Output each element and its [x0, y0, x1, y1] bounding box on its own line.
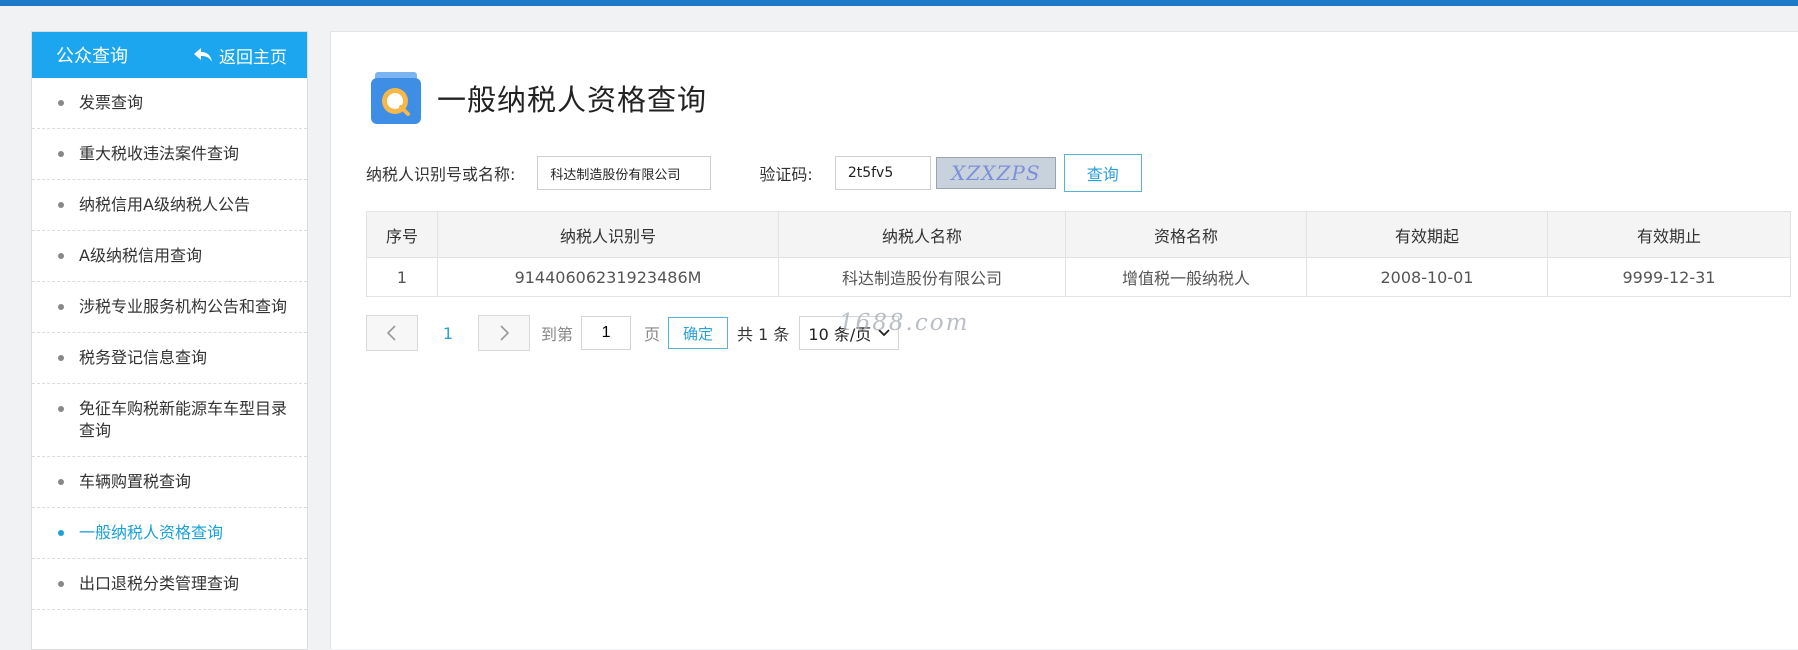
bullet-icon	[58, 581, 64, 587]
back-home-label: 返回主页	[219, 47, 287, 68]
bullet-icon	[58, 202, 64, 208]
page-title: 一般纳税人资格查询	[437, 83, 708, 117]
sidebar-item-registration[interactable]: 税务登记信息查询	[32, 333, 307, 384]
bullet-icon	[58, 253, 64, 259]
total-count: 共 1 条	[737, 325, 790, 344]
column-header: 序号	[366, 211, 438, 258]
sidebar-item-major-violation[interactable]: 重大税收违法案件查询	[32, 129, 307, 180]
query-button[interactable]: 查询	[1063, 154, 1142, 192]
column-header: 有效期止	[1547, 211, 1791, 258]
bullet-icon	[58, 304, 64, 310]
captcha-text: XZXZPS	[951, 161, 1041, 185]
sidebar-item-ev-catalog[interactable]: 免征车购税新能源车车型目录查询	[32, 384, 307, 457]
captcha-image[interactable]: XZXZPS	[935, 157, 1056, 189]
table-cell: 增值税一般纳税人	[1065, 257, 1307, 297]
reply-arrow-icon	[194, 48, 212, 62]
chevron-right-icon	[500, 325, 510, 341]
column-header: 有效期起	[1306, 211, 1548, 258]
next-page-button[interactable]	[478, 315, 530, 351]
sidebar-item-a-credit-notice[interactable]: 纳税信用A级纳税人公告	[32, 180, 307, 231]
table-header-row: 序号 纳税人识别号 纳税人名称 资格名称 有效期起 有效期止	[366, 211, 1791, 258]
page-unit-label: 页	[644, 325, 661, 344]
prev-page-button[interactable]	[366, 315, 418, 351]
sidebar-header: 公众查询 返回主页	[32, 32, 307, 78]
back-home-link[interactable]: 返回主页	[193, 43, 287, 68]
page-header: 一般纳税人资格查询	[369, 70, 707, 126]
sidebar-item-label: 车辆购置税查询	[79, 472, 192, 491]
sidebar-item-label: 税务登记信息查询	[79, 348, 208, 367]
table-cell: 2008-10-01	[1306, 257, 1548, 297]
page-size-select[interactable]: 10 条/页	[799, 316, 900, 350]
taxpayer-name-input[interactable]	[537, 156, 712, 190]
sidebar-item-label: 免征车购税新能源车车型目录查询	[79, 399, 288, 440]
page-size-label: 10 条/页	[808, 325, 872, 344]
top-bar	[0, 0, 1798, 6]
sidebar-menu: 发票查询 重大税收违法案件查询 纳税信用A级纳税人公告 A级纳税信用查询 涉税专…	[32, 78, 307, 610]
table-cell: 科达制造股份有限公司	[778, 257, 1066, 297]
sidebar-item-a-credit-query[interactable]: A级纳税信用查询	[32, 231, 307, 282]
sidebar-item-vehicle-tax[interactable]: 车辆购置税查询	[32, 457, 307, 508]
page-number[interactable]: 1	[418, 324, 478, 343]
column-header: 纳税人名称	[778, 211, 1066, 258]
goto-label: 到第	[541, 325, 574, 344]
column-header: 纳税人识别号	[437, 211, 779, 258]
pagination: 1 到第 页 确定 共 1 条 10 条/页	[366, 315, 900, 351]
bullet-icon	[58, 355, 64, 361]
confirm-button[interactable]: 确定	[668, 317, 729, 349]
captcha-input[interactable]	[834, 156, 931, 190]
sidebar-item-tax-agency[interactable]: 涉税专业服务机构公告和查询	[32, 282, 307, 333]
query-form: 纳税人识别号或名称: 验证码: XZXZPS 查询	[366, 154, 1142, 192]
captcha-label: 验证码:	[759, 165, 813, 184]
sidebar-item-export-rebate[interactable]: 出口退税分类管理查询	[32, 559, 307, 610]
sidebar-item-label: 重大税收违法案件查询	[79, 144, 240, 163]
bullet-icon	[58, 100, 64, 106]
sidebar-item-label: 纳税信用A级纳税人公告	[79, 195, 250, 214]
table-cell: 1	[366, 257, 438, 297]
sidebar-title: 公众查询	[56, 46, 128, 67]
sidebar-item-general-taxpayer[interactable]: 一般纳税人资格查询	[32, 508, 307, 559]
result-table: 序号 纳税人识别号 纳税人名称 资格名称 有效期起 有效期止 1 9144060…	[366, 211, 1791, 297]
search-document-icon	[371, 72, 421, 124]
sidebar-item-invoice[interactable]: 发票查询	[32, 78, 307, 129]
sidebar-item-label: 一般纳税人资格查询	[79, 523, 224, 542]
main-panel: 一般纳税人资格查询 纳税人识别号或名称: 验证码: XZXZPS 查询 序号 纳…	[330, 31, 1798, 649]
table-cell: 9999-12-31	[1547, 257, 1791, 297]
chevron-left-icon	[386, 325, 396, 341]
bullet-icon	[58, 530, 64, 536]
sidebar-item-label: 涉税专业服务机构公告和查询	[79, 297, 288, 316]
bullet-icon	[58, 151, 64, 157]
chevron-down-icon	[878, 329, 891, 337]
column-header: 资格名称	[1065, 211, 1307, 258]
sidebar-item-label: 发票查询	[79, 93, 144, 112]
table-row: 1 91440606231923486M 科达制造股份有限公司 增值税一般纳税人…	[366, 257, 1791, 297]
sidebar: 公众查询 返回主页 发票查询 重大税收违法案件查询 纳税信用A级纳税人公告 A级…	[31, 31, 308, 650]
sidebar-item-label: A级纳税信用查询	[79, 246, 202, 265]
sidebar-item-label: 出口退税分类管理查询	[79, 574, 240, 593]
table-cell: 91440606231923486M	[437, 257, 779, 297]
goto-page-input[interactable]	[581, 316, 632, 350]
name-label: 纳税人识别号或名称:	[366, 165, 516, 184]
bullet-icon	[58, 479, 64, 485]
bullet-icon	[58, 406, 64, 412]
